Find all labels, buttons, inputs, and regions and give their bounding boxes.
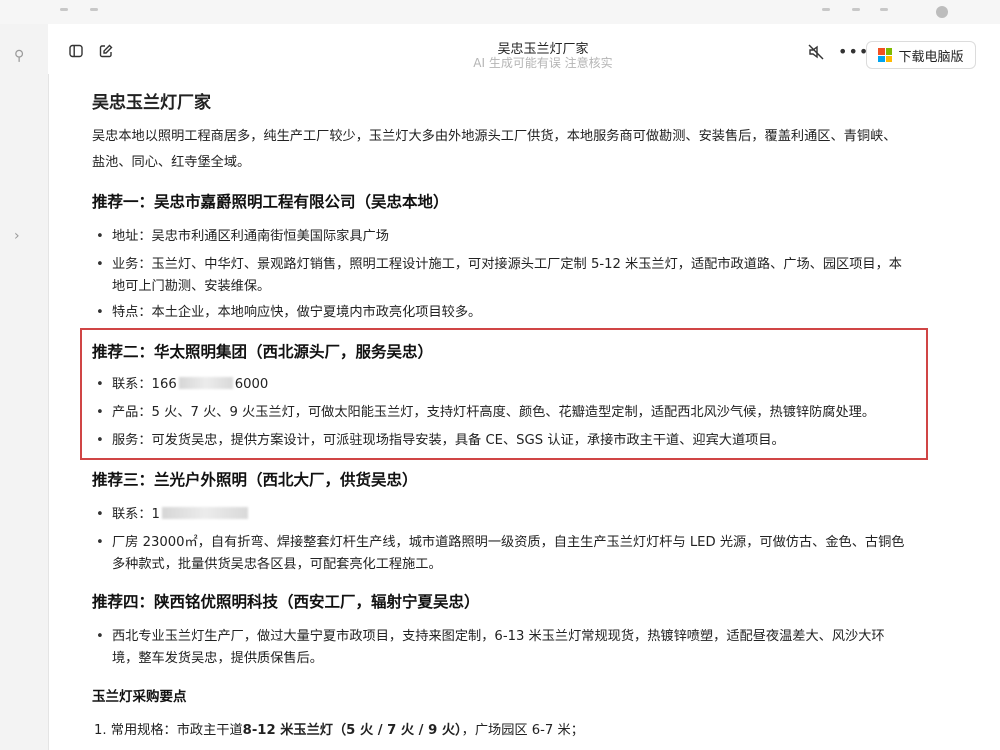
windows-logo-icon	[878, 48, 893, 62]
tips-heading: 玉兰灯采购要点	[92, 689, 187, 705]
redacted-phone	[161, 507, 248, 519]
ai-disclaimer: AI 生成可能有误 注意核实	[473, 56, 613, 70]
download-desktop-button[interactable]: 下载电脑版	[866, 41, 976, 69]
tab-indicator	[60, 8, 68, 11]
chat-header: 吴忠玉兰灯厂家 AI 生成可能有误 注意核实 ••• 下载电脑版	[48, 24, 1000, 74]
avatar[interactable]	[936, 6, 948, 18]
edit-icon[interactable]	[98, 44, 114, 60]
intro-line: 盐池、同心、红寺堡全域。	[92, 155, 251, 170]
tips-text: 1. 常用规格：市政主干道	[94, 723, 243, 738]
bullet-line: 境，整车发货吴忠，提供质保售后。	[112, 651, 323, 666]
highlight-box	[80, 328, 928, 460]
toolbar-indicator	[852, 8, 860, 11]
tips-item: 1. 常用规格：市政主干道8-12 米玉兰灯（5 火 / 7 火 / 9 火），…	[94, 720, 944, 742]
intro-paragraph: 吴忠本地以照明工程商居多，纯生产工厂较少，玉兰灯大多由外地源头工厂供货，本地服务…	[92, 124, 942, 176]
rec1-business: 业务：玉兰灯、中华灯、景观路灯销售，照明工程设计施工，可对接源头工厂定制 5-1…	[94, 254, 944, 298]
bullet-line: 业务：玉兰灯、中华灯、景观路灯销售，照明工程设计施工，可对接源头工厂定制 5-1…	[112, 257, 902, 272]
rec1-address: 地址：吴忠市利通区利通南街恒美国际家具广场	[94, 226, 944, 248]
intro-line: 吴忠本地以照明工程商居多，纯生产工厂较少，玉兰灯大多由外地源头工厂供货，本地服务…	[92, 129, 897, 144]
browser-top-bar	[0, 0, 1000, 25]
bullet-line: 地可上门勘测、安装维保。	[112, 279, 271, 294]
left-sidebar: ⚲ ›	[0, 24, 49, 750]
rec4-desc: 西北专业玉兰灯生产厂，做过大量宁夏市政项目，支持来图定制，6-13 米玉兰灯常规…	[94, 626, 944, 670]
tab-indicator	[90, 8, 98, 11]
toolbar-indicator	[880, 8, 888, 11]
article-title: 吴忠玉兰灯厂家	[92, 93, 211, 113]
chevron-right-icon[interactable]: ›	[14, 228, 20, 244]
sidebar-toggle-icon[interactable]	[68, 44, 84, 60]
bullet-line: 西北专业玉兰灯生产厂，做过大量宁夏市政项目，支持来图定制，6-13 米玉兰灯常规…	[112, 629, 885, 644]
rec3-plant: 厂房 23000㎡，自有折弯、焊接整套灯杆生产线，城市道路照明一级资质，自主生产…	[94, 532, 944, 576]
bullet-line: 厂房 23000㎡，自有折弯、焊接整套灯杆生产线，城市道路照明一级资质，自主生产…	[112, 535, 905, 550]
download-label: 下载电脑版	[898, 49, 964, 65]
rec4-heading: 推荐四：陕西铭优照明科技（西安工厂，辐射宁夏吴忠）	[92, 593, 480, 611]
rec1-heading: 推荐一：吴忠市嘉爵照明工程有限公司（吴忠本地）	[92, 193, 449, 211]
speaker-mute-icon[interactable]	[808, 44, 824, 60]
contact-text: 联系：1	[112, 507, 160, 522]
tips-text: ，广场园区 6-7 米；	[461, 723, 584, 738]
rec3-heading: 推荐三：兰光户外照明（西北大厂，供货吴忠）	[92, 471, 418, 489]
toolbar-indicator	[822, 8, 830, 11]
tips-bold-text: 8-12 米玉兰灯（5 火 / 7 火 / 9 火）	[242, 723, 462, 738]
rec1-feature: 特点：本土企业，本地响应快，做宁夏境内市政亮化项目较多。	[94, 302, 944, 324]
bullet-line: 多种款式，批量供货吴忠各区县，可配套亮化工程施工。	[112, 557, 442, 572]
search-icon[interactable]: ⚲	[14, 48, 24, 64]
rec3-contact: 联系：1	[94, 504, 944, 526]
more-dots-icon[interactable]: •••	[838, 44, 868, 60]
